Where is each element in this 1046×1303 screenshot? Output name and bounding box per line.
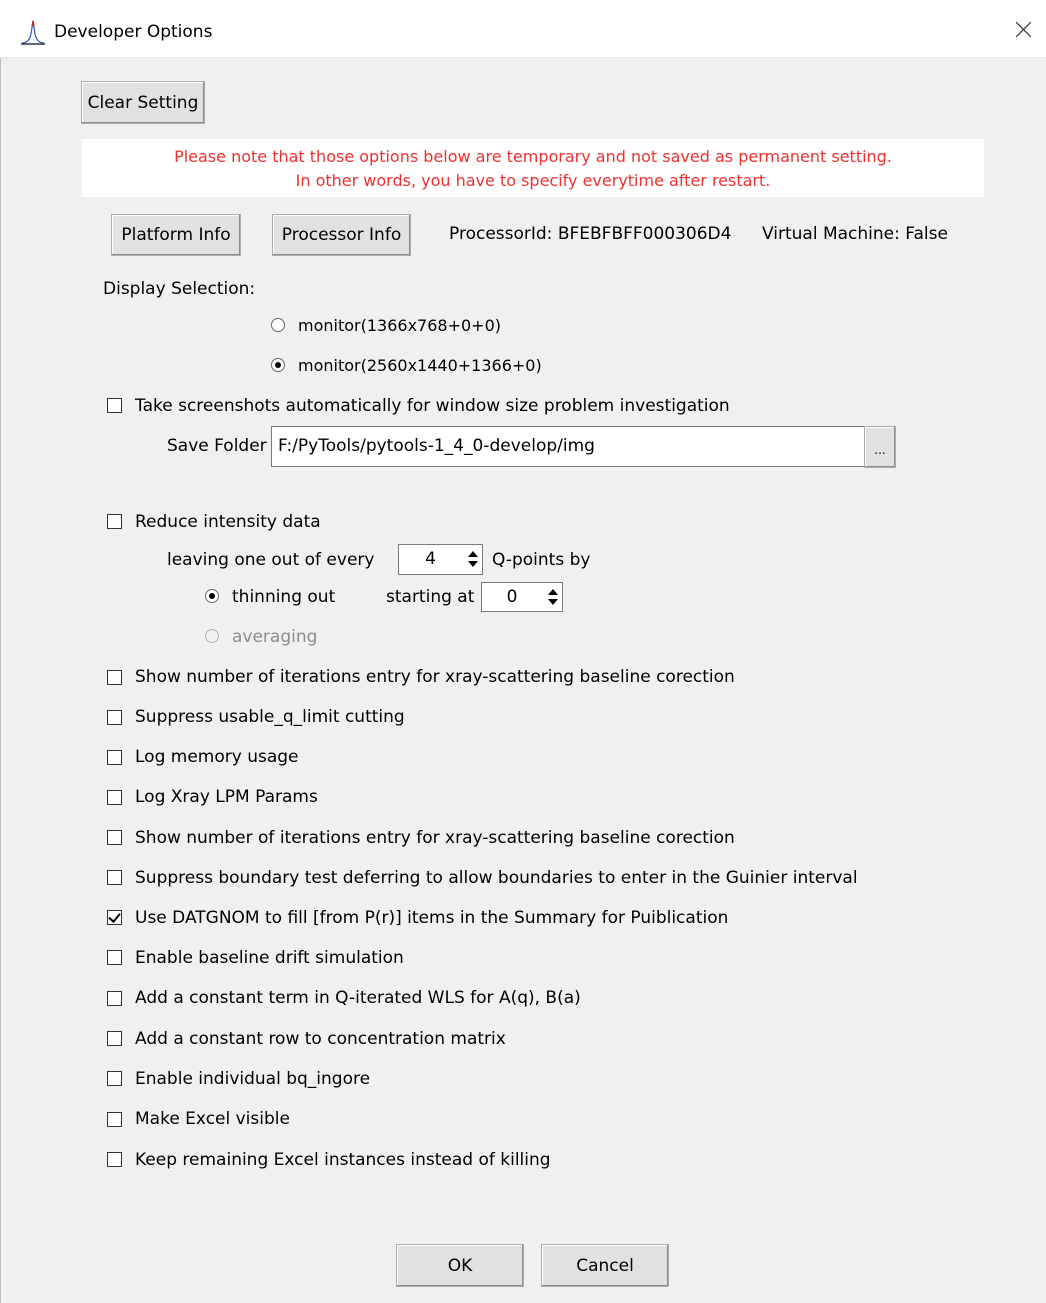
option-label-4: Log Xray LPM Params — [135, 787, 318, 807]
option-checkbox-11[interactable] — [107, 1071, 122, 1086]
option-label-11: Enable individual bq_ingore — [135, 1069, 371, 1089]
option-checkbox-2[interactable] — [107, 710, 122, 725]
display-radio-1[interactable] — [271, 318, 285, 332]
option-checkbox-6[interactable] — [107, 870, 122, 885]
close-icon — [1016, 22, 1031, 37]
option-label-3: Log memory usage — [135, 747, 299, 767]
option-checkbox-13[interactable] — [107, 1152, 122, 1167]
notice-box: Please note that those options below are… — [82, 139, 984, 197]
averaging-label: averaging — [232, 627, 318, 647]
display-option-2-label: monitor(2560x1440+1366+0) — [298, 356, 542, 375]
starting-label: starting at — [386, 587, 475, 607]
option-checkbox-12[interactable] — [107, 1112, 122, 1127]
option-label-2: Suppress usable_q_limit cutting — [135, 707, 405, 727]
virtual-machine-text: Virtual Machine: False — [762, 224, 948, 244]
close-button[interactable] — [1000, 0, 1046, 58]
option-checkbox-4[interactable] — [107, 790, 122, 805]
window-frame — [0, 58, 1, 1303]
notice-line-1: Please note that those options below are… — [174, 147, 892, 166]
qpoints-label: Q-points by — [492, 550, 591, 570]
option-checkbox-7[interactable] — [107, 910, 122, 925]
option-label-1: Show number of iterations entry for xray… — [135, 667, 735, 687]
spin-arrows-icon[interactable] — [546, 586, 560, 608]
peak-icon — [21, 20, 45, 45]
clear-setting-button[interactable]: Clear Setting — [81, 81, 205, 124]
option-checkbox-1[interactable] — [107, 670, 122, 685]
browse-button[interactable]: ... — [864, 426, 896, 468]
window-title: Developer Options — [54, 22, 213, 42]
ok-button[interactable]: OK — [396, 1244, 524, 1287]
option-checkbox-10[interactable] — [107, 1031, 122, 1046]
option-label-5: Show number of iterations entry for xray… — [135, 828, 735, 848]
option-checkbox-5[interactable] — [107, 830, 122, 845]
display-radio-2[interactable] — [271, 358, 285, 372]
option-checkbox-3[interactable] — [107, 750, 122, 765]
notice-line-2: In other words, you have to specify ever… — [295, 171, 771, 190]
option-label-7: Use DATGNOM to fill [from P(r)] items in… — [135, 908, 729, 928]
starting-value: 0 — [506, 587, 518, 607]
option-checkbox-8[interactable] — [107, 950, 122, 965]
screenshots-checkbox[interactable] — [107, 398, 122, 413]
title-bar: Developer Options — [0, 0, 1046, 58]
option-label-6: Suppress boundary test deferring to allo… — [135, 868, 858, 888]
option-checkbox-9[interactable] — [107, 991, 122, 1006]
every-value: 4 — [425, 549, 436, 569]
thinning-radio[interactable] — [205, 589, 219, 603]
option-label-13: Keep remaining Excel instances instead o… — [135, 1150, 551, 1170]
option-label-12: Make Excel visible — [135, 1109, 290, 1129]
leaving-label: leaving one out of every — [167, 550, 375, 570]
thinning-label: thinning out — [232, 587, 336, 607]
display-selection-label: Display Selection: — [103, 279, 256, 299]
option-label-8: Enable baseline drift simulation — [135, 948, 404, 968]
reduce-intensity-label: Reduce intensity data — [135, 512, 321, 532]
reduce-intensity-checkbox[interactable] — [107, 514, 122, 529]
starting-spinbox[interactable]: 0 — [481, 582, 563, 612]
every-spinbox[interactable]: 4 — [398, 544, 483, 575]
option-label-9: Add a constant term in Q-iterated WLS fo… — [135, 988, 581, 1008]
processor-info-button[interactable]: Processor Info — [272, 214, 411, 256]
save-folder-input[interactable]: F:/PyTools/pytools-1_4_0-develop/img — [271, 426, 865, 467]
option-label-10: Add a constant row to concentration matr… — [135, 1029, 506, 1049]
platform-info-button[interactable]: Platform Info — [111, 214, 241, 256]
processor-id-text: ProcessorId: BFEBFBFF000306D4 — [449, 224, 732, 244]
averaging-radio — [205, 629, 219, 643]
screenshots-label: Take screenshots automatically for windo… — [135, 396, 730, 416]
display-option-1-label: monitor(1366x768+0+0) — [298, 316, 501, 335]
spin-arrows-icon[interactable] — [466, 548, 480, 570]
save-folder-label: Save Folder — [167, 436, 267, 456]
cancel-button[interactable]: Cancel — [541, 1244, 669, 1287]
